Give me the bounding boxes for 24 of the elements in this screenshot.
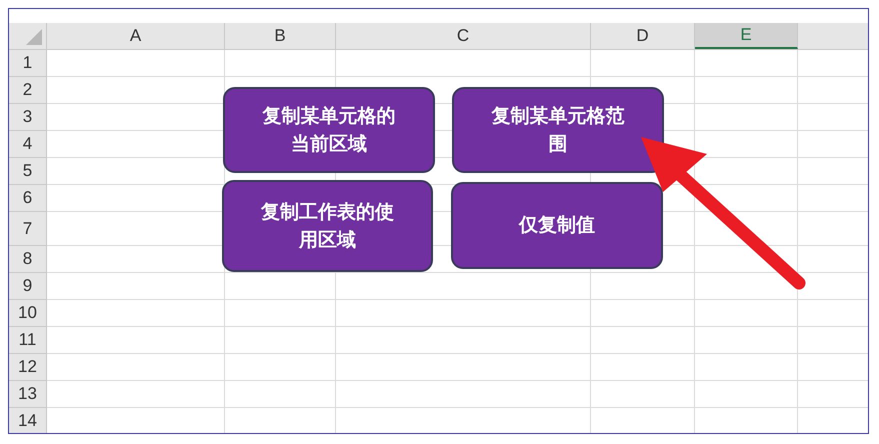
row-header[interactable]: 14	[9, 408, 46, 433]
macro-button[interactable]: 复制某单元格的当前区域	[223, 87, 435, 173]
column-header[interactable]: C	[336, 23, 591, 49]
column-header[interactable]: E	[695, 23, 798, 49]
row-header[interactable]: 8	[9, 246, 46, 273]
row-header[interactable]: 11	[9, 327, 46, 354]
column-header[interactable]: B	[225, 23, 336, 49]
row-header[interactable]: 9	[9, 273, 46, 300]
row-header[interactable]: 13	[9, 381, 46, 408]
macro-button[interactable]: 仅复制值	[451, 182, 663, 269]
macro-button[interactable]: 复制工作表的使用区域	[222, 180, 433, 272]
macro-button[interactable]: 复制某单元格范围	[452, 87, 664, 173]
row-header[interactable]: 7	[9, 212, 46, 246]
row-header[interactable]: 5	[9, 158, 46, 185]
row-header[interactable]: 6	[9, 185, 46, 212]
row-header[interactable]: 1	[9, 50, 46, 77]
cell-grid-background[interactable]: 复制某单元格的当前区域 复制某单元格范围 复制工作表的使用区域 仅复制值	[47, 50, 868, 433]
row-header[interactable]: 3	[9, 104, 46, 131]
corner-triangle-icon	[25, 28, 43, 46]
row-header[interactable]: 10	[9, 300, 46, 327]
row-header[interactable]: 2	[9, 77, 46, 104]
column-header[interactable]: A	[47, 23, 225, 49]
row-header[interactable]: 12	[9, 354, 46, 381]
row-header[interactable]: 4	[9, 131, 46, 158]
